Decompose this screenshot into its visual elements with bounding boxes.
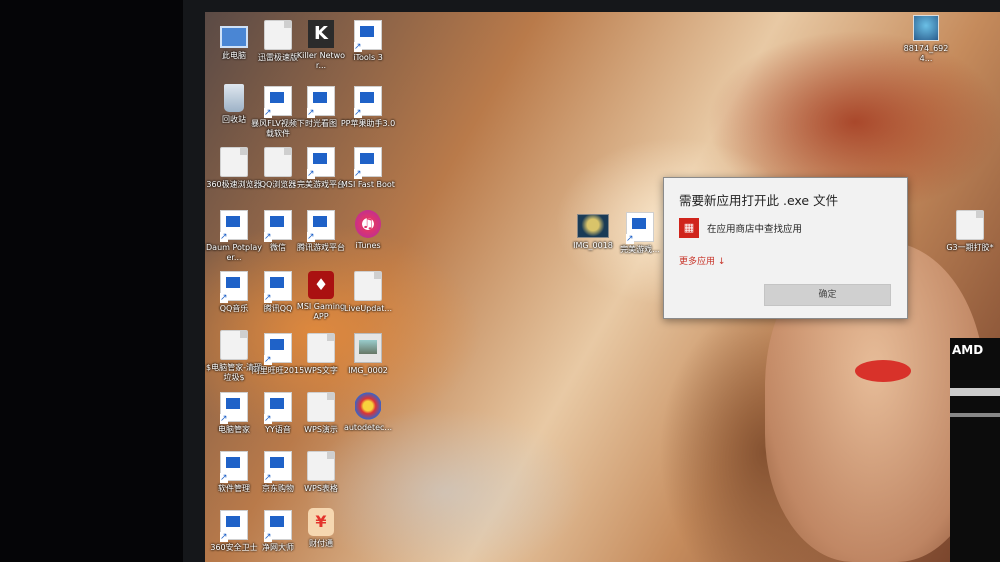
spreadsheet-icon	[307, 451, 335, 481]
desktop-icon-label: iTools 3	[353, 53, 383, 62]
desktop-icon-liveupdate[interactable]: LiveUpdat...	[340, 271, 396, 314]
desktop-icon-label: IMG_0002	[348, 366, 388, 375]
shield-icon	[220, 510, 248, 542]
desktop-icon-label: autodetec...	[343, 423, 393, 432]
k-logo-icon: K	[308, 20, 334, 48]
shopping-icon	[264, 451, 292, 483]
desktop-icon-autodetect[interactable]: autodetec...	[340, 392, 396, 433]
app-icon	[264, 510, 292, 542]
shield-icon	[220, 392, 248, 424]
game-icon	[307, 210, 335, 242]
chat-icon	[264, 333, 292, 365]
desktop-icon-label: MSI Fast Boot	[341, 180, 395, 189]
avatar-icon	[913, 15, 939, 41]
desktop-icon-wps-spreadsheet[interactable]: WPS表格	[293, 451, 349, 494]
app-icon	[354, 86, 382, 118]
game-icon	[307, 147, 335, 179]
file-icon	[354, 271, 382, 301]
desktop-icon-perfect-games-2[interactable]: 完美游戏...	[612, 212, 668, 255]
desktop-icon-label: WPS表格	[304, 484, 338, 493]
desktop-icon-label: PP苹果助手3.0	[340, 119, 396, 128]
photo-icon	[577, 214, 609, 238]
open-with-dialog: 需要新应用打开此 .exe 文件 ▦ 在应用商店中查找应用 更多应用 ↓ 确定	[663, 177, 908, 319]
desktop-icon-label: 88174_6924...	[903, 44, 949, 63]
browser-icon	[264, 147, 292, 177]
desktop-icon-g3-folder[interactable]: G3一期打胶*	[942, 210, 998, 253]
desktop-icon-label: G3一期打胶*	[946, 243, 994, 252]
recycle-bin-icon	[224, 84, 244, 112]
wallpaper-lips	[855, 360, 911, 382]
desktop-icon-label: 完美游戏...	[620, 245, 660, 254]
file-icon	[220, 330, 248, 360]
sticker-stripe	[950, 388, 1000, 396]
wallet-icon: ¥	[308, 508, 334, 536]
document-icon	[307, 333, 335, 363]
autodetect-icon	[355, 392, 381, 420]
presentation-icon	[307, 392, 335, 422]
image-icon	[354, 333, 382, 363]
desktop-icon-itunes[interactable]: ♫ iTunes	[340, 210, 396, 251]
more-apps-link[interactable]: 更多应用 ↓	[679, 254, 725, 267]
desktop-icon-msi-fast-boot[interactable]: MSI Fast Boot	[340, 147, 396, 190]
chat-icon	[264, 271, 292, 303]
dialog-title: 需要新应用打开此 .exe 文件	[679, 193, 839, 208]
store-option[interactable]: ▦ 在应用商店中查找应用	[679, 218, 802, 238]
sticker-stripe	[950, 413, 1000, 417]
msi-dragon-icon: ♦	[308, 271, 334, 299]
folder-icon	[956, 210, 984, 240]
music-icon	[220, 271, 248, 303]
desktop-icon-label: 财付通	[309, 539, 333, 548]
download-icon	[264, 86, 292, 118]
voice-icon	[264, 392, 292, 424]
browser-icon	[220, 147, 248, 177]
chat-icon	[264, 210, 292, 242]
download-icon	[264, 20, 292, 50]
ok-button[interactable]: 确定	[764, 284, 891, 306]
store-bag-icon: ▦	[679, 218, 699, 238]
desktop-icon-tenpay[interactable]: ¥ 财付通	[293, 508, 349, 549]
store-option-label: 在应用商店中查找应用	[707, 224, 803, 235]
amd-sticker: AMD	[950, 338, 1000, 562]
desktop-icon-itools[interactable]: iTools 3	[340, 20, 396, 63]
boot-icon	[354, 147, 382, 179]
app-icon	[220, 451, 248, 483]
game-icon	[626, 212, 654, 244]
computer-icon	[220, 26, 248, 48]
desktop-icon-pp-assistant[interactable]: PP苹果助手3.0	[340, 86, 396, 129]
image-viewer-icon	[307, 86, 335, 118]
amd-logo-text: AMD	[952, 343, 984, 357]
desktop-icon-label: LiveUpdat...	[343, 304, 392, 313]
desktop-icon-avatar-image[interactable]: 88174_6924...	[898, 15, 954, 64]
itunes-icon: ♫	[355, 210, 381, 238]
desktop-icon-img-0002[interactable]: IMG_0002	[340, 333, 396, 376]
desktop-icon-label: iTunes	[355, 241, 381, 250]
video-player-icon	[220, 210, 248, 242]
tools-icon	[354, 20, 382, 52]
